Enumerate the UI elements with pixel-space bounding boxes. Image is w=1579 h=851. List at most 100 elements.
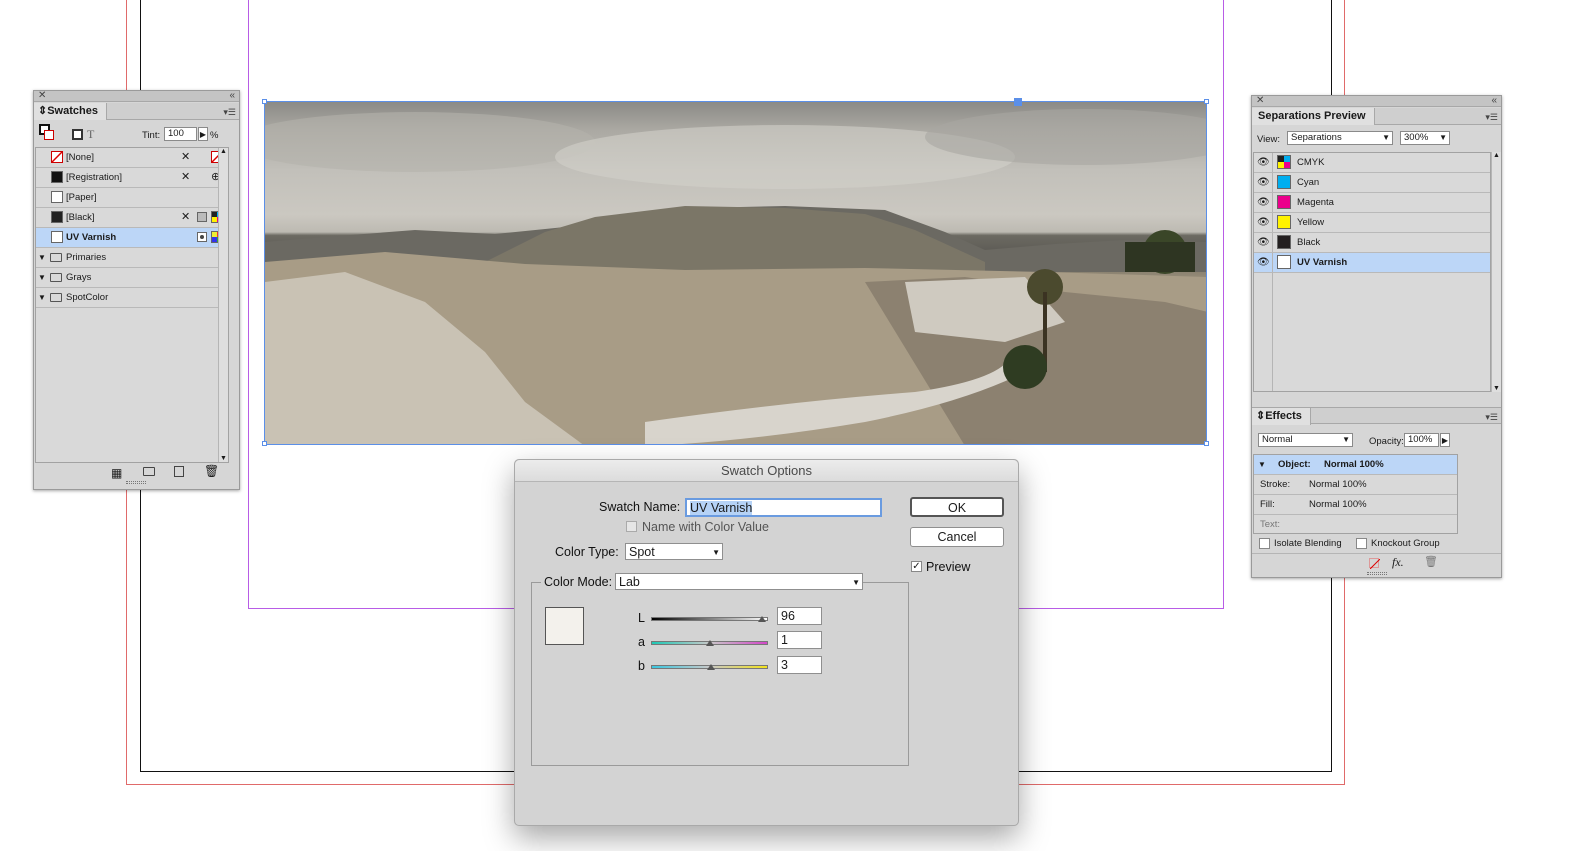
panel-menu-icon[interactable]: ▾☰ [1485, 412, 1498, 423]
a-value-input[interactable]: 1 [777, 631, 822, 649]
separation-row-cmyk[interactable]: 👁 CMYK [1254, 153, 1490, 173]
zoom-dropdown[interactable]: 300% ▼ [1400, 131, 1450, 145]
swatch-group-spotcolor[interactable]: ▼ SpotColor [36, 288, 228, 308]
scroll-down-icon[interactable]: ▼ [1493, 385, 1500, 392]
l-slider-track[interactable] [651, 617, 768, 621]
collapse-icon[interactable]: « [1491, 95, 1497, 106]
expand-triangle-icon[interactable]: ▼ [38, 288, 46, 307]
resize-grip-icon[interactable] [1367, 572, 1387, 575]
separation-row-black[interactable]: 👁 Black [1254, 233, 1490, 253]
resize-grip-icon[interactable] [126, 481, 146, 484]
separation-row-yellow[interactable]: 👁 Yellow [1254, 213, 1490, 233]
new-color-group-icon[interactable] [143, 467, 155, 476]
folder-icon [50, 253, 62, 262]
frame-handle[interactable] [262, 441, 267, 446]
swatch-row-paper[interactable]: [Paper] [36, 188, 228, 208]
none-swatch-icon [51, 151, 63, 163]
frame-handle[interactable] [262, 99, 267, 104]
b-slider-thumb[interactable] [707, 664, 715, 670]
l-slider-thumb[interactable] [758, 616, 766, 622]
scroll-up-icon[interactable]: ▲ [1493, 152, 1500, 159]
swatch-group-primaries[interactable]: ▼ Primaries [36, 248, 228, 268]
effects-row-object[interactable]: ▼ Object: Normal 100% [1254, 455, 1457, 475]
swatch-row-uv-varnish[interactable]: UV Varnish [36, 228, 228, 248]
separations-tab[interactable]: Separations Preview [1252, 108, 1375, 125]
tint-unit: % [210, 130, 219, 141]
opacity-label: Opacity: [1369, 436, 1404, 447]
expand-triangle-icon[interactable]: ▼ [1258, 455, 1266, 474]
blend-mode-dropdown[interactable]: Normal ▼ [1258, 433, 1353, 447]
effects-list: ▼ Object: Normal 100% Stroke: Normal 100… [1253, 454, 1458, 534]
trash-icon[interactable]: 🗑 [204, 464, 219, 478]
swatch-name-label: Swatch Name: [599, 500, 681, 514]
new-swatch-icon[interactable] [174, 466, 184, 477]
clear-effects-icon[interactable] [1369, 558, 1380, 569]
separations-scrollbar[interactable]: ▲ ▼ [1491, 152, 1501, 392]
eye-icon[interactable]: 👁 [1257, 173, 1270, 192]
eye-icon[interactable]: 👁 [1257, 153, 1270, 172]
color-type-dropdown[interactable]: Spot ▼ [625, 543, 723, 560]
opacity-arrow-button[interactable]: ▶ [1440, 433, 1450, 447]
swatch-row-none[interactable]: [None] ✕ [36, 148, 228, 168]
swatches-tab[interactable]: ⇕Swatches [34, 103, 107, 120]
opacity-input[interactable]: 100% [1404, 433, 1439, 447]
separation-row-cyan[interactable]: 👁 Cyan [1254, 173, 1490, 193]
chevron-down-icon: ▼ [1382, 133, 1390, 142]
locked-edit-icon: ✕ [181, 151, 191, 163]
swatches-scrollbar[interactable]: ▲ ▼ [218, 148, 228, 462]
formatting-text-icon[interactable]: T [87, 127, 94, 142]
preview-checkbox[interactable]: ✓ [911, 561, 922, 572]
ok-button[interactable]: OK [910, 497, 1004, 517]
cyan-swatch-icon [1277, 175, 1291, 189]
knockout-group-checkbox[interactable] [1356, 538, 1367, 549]
show-swatch-views-icon[interactable]: ▦ [111, 466, 122, 480]
a-slider-thumb[interactable] [706, 640, 714, 646]
tint-arrow-button[interactable]: ▶ [198, 127, 208, 141]
panel-menu-icon[interactable]: ▾☰ [1485, 112, 1498, 123]
content-grabber-handle[interactable] [1014, 98, 1022, 106]
b-value-input[interactable]: 3 [777, 656, 822, 674]
swatch-row-registration[interactable]: [Registration] ✕ ⊕ [36, 168, 228, 188]
effects-row-text[interactable]: Text: [1254, 515, 1457, 534]
effects-row-stroke[interactable]: Stroke: Normal 100% [1254, 475, 1457, 495]
placed-image-frame[interactable] [264, 101, 1207, 445]
tab-arrows-icon: ⇕ [1256, 410, 1266, 422]
swatch-group-grays[interactable]: ▼ Grays [36, 268, 228, 288]
scroll-down-icon[interactable]: ▼ [220, 455, 227, 462]
eye-icon[interactable]: 👁 [1257, 193, 1270, 212]
name-with-color-value-checkbox[interactable] [626, 521, 637, 532]
scroll-up-icon[interactable]: ▲ [220, 148, 227, 155]
swatch-row-black[interactable]: [Black] ✕ [36, 208, 228, 228]
expand-triangle-icon[interactable]: ▼ [38, 268, 46, 287]
panel-menu-icon[interactable]: ▾☰ [223, 107, 236, 118]
effects-tab[interactable]: ⇕Effects [1252, 408, 1311, 425]
folder-icon [50, 273, 62, 282]
trash-icon[interactable]: 🗑 [1424, 555, 1438, 568]
swatch-name-input[interactable]: UV Varnish [685, 498, 882, 517]
chevron-down-icon: ▼ [712, 548, 720, 557]
swatches-panel: ✕ « ⇕Swatches ▾☰ T Tint: 100 ▶ % [None] … [33, 90, 240, 490]
frame-handle[interactable] [1204, 99, 1209, 104]
separation-row-uv-varnish[interactable]: 👁 UV Varnish [1254, 253, 1490, 273]
isolate-blending-checkbox[interactable] [1259, 538, 1270, 549]
fx-icon[interactable]: fx. [1392, 555, 1404, 570]
cancel-button[interactable]: Cancel [910, 527, 1004, 547]
eye-icon[interactable]: 👁 [1257, 233, 1270, 252]
l-value-input[interactable]: 96 [777, 607, 822, 625]
expand-triangle-icon[interactable]: ▼ [38, 248, 46, 267]
eye-icon[interactable]: 👁 [1257, 213, 1270, 232]
collapse-icon[interactable]: « [229, 90, 235, 101]
close-icon[interactable]: ✕ [1256, 95, 1264, 106]
fill-stroke-icon[interactable] [39, 124, 55, 140]
color-mode-dropdown[interactable]: Lab ▼ [615, 573, 863, 590]
l-slider-label: L [638, 611, 645, 625]
formatting-container-icon[interactable] [72, 129, 83, 140]
view-dropdown[interactable]: Separations ▼ [1287, 131, 1393, 145]
tint-input[interactable]: 100 [164, 127, 197, 141]
effects-row-fill[interactable]: Fill: Normal 100% [1254, 495, 1457, 515]
close-icon[interactable]: ✕ [38, 90, 46, 101]
frame-handle[interactable] [1204, 441, 1209, 446]
isolate-blending-label: Isolate Blending [1274, 538, 1342, 549]
separation-row-magenta[interactable]: 👁 Magenta [1254, 193, 1490, 213]
eye-icon[interactable]: 👁 [1257, 253, 1270, 272]
